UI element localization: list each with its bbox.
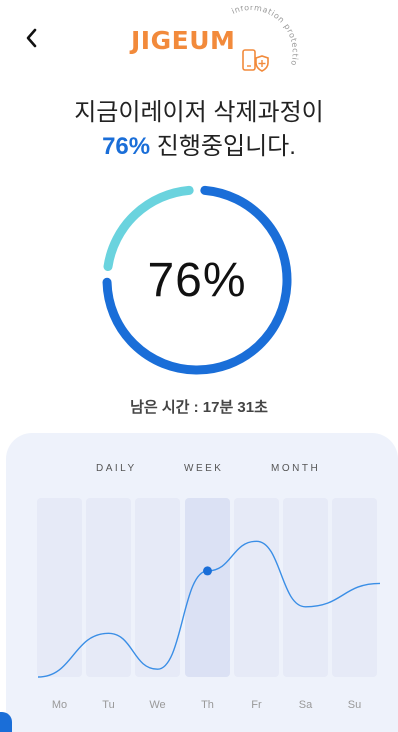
title-line-2: 76% 진행중입니다. [0,130,398,164]
title-percent: 76% [102,133,151,160]
chart-point-th[interactable] [203,566,212,576]
logo-text: JIGEUM [131,26,236,55]
header: information protection JIGEUM [0,0,398,80]
day-label-th: Th [201,699,214,711]
tab-month[interactable]: MONTH [271,463,320,474]
progress-title: 지금이레이저 삭제과정이 76% 진행중입니다. [0,96,398,164]
remaining-time: 남은 시간 : 17분 31초 [130,399,268,416]
day-label-tu: Tu [102,699,115,711]
stats-card: DAILY WEEK MONTH Mo Tu We Th Fr Sa Su [6,433,398,732]
day-label-mo: Mo [51,699,68,711]
tab-week[interactable]: WEEK [184,463,223,474]
chevron-left-icon [26,28,37,48]
chart-column-tu[interactable] [86,498,131,677]
day-label-we: We [149,699,166,711]
chart-column-mo[interactable] [37,498,82,677]
day-label-su: Su [347,699,362,711]
chart-column-fr[interactable] [234,498,279,677]
back-button[interactable] [18,22,46,54]
day-label-fr: Fr [251,699,262,711]
day-label-sa: Sa [298,699,313,711]
period-tabs: DAILY WEEK MONTH [6,463,398,479]
chart-column-sa[interactable] [283,498,328,677]
progress-ring: 76% [97,180,297,380]
tab-daily[interactable]: DAILY [96,463,137,474]
phone-shield-icon [242,49,269,72]
brand-logo: information protection JIGEUM [125,6,300,76]
title-line-1: 지금이레이저 삭제과정이 [74,99,324,126]
title-suffix: 진행중입니다. [150,133,296,160]
chart-column-su[interactable] [332,498,377,677]
progress-percent-value: 76% [147,253,247,307]
